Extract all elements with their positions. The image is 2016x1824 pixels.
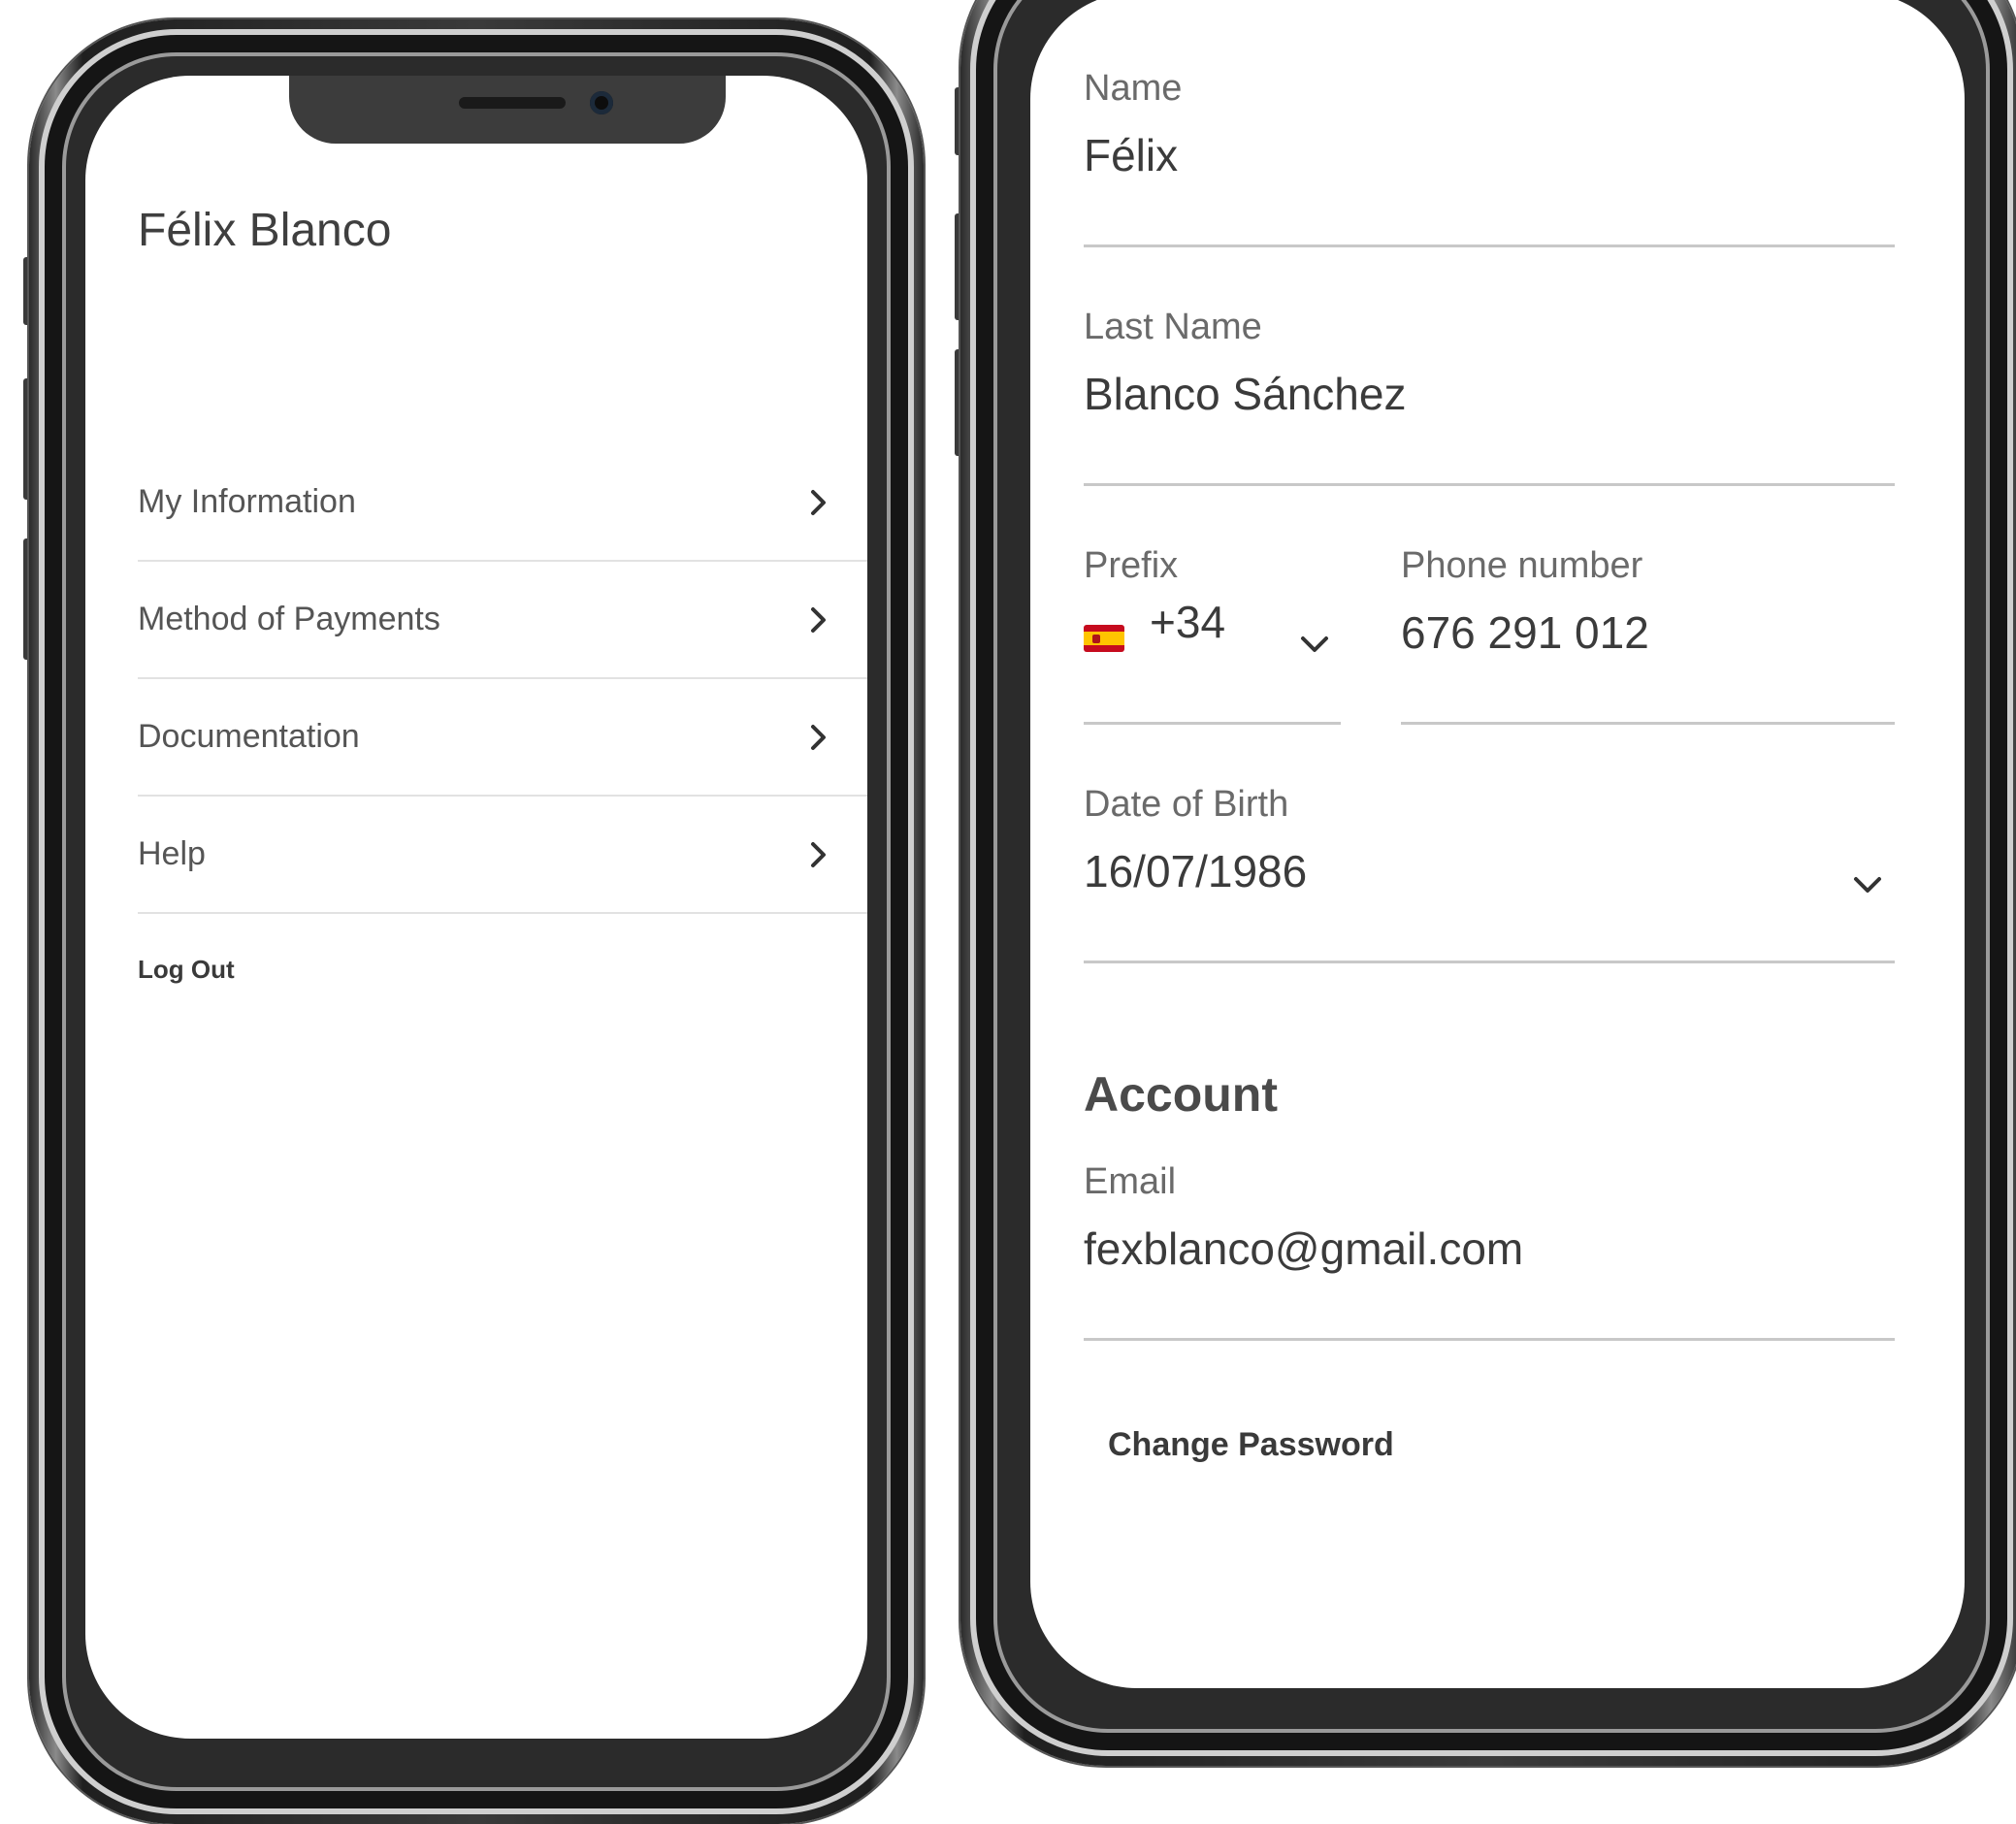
chevron-right-icon [811, 841, 826, 867]
phone-frame-left: Félix Blanco My Information Method of Pa… [23, 19, 924, 1824]
menu-item-method-of-payments[interactable]: Method of Payments [138, 562, 867, 679]
prefix-label: Prefix [1084, 545, 1179, 586]
email-underline [1084, 1338, 1895, 1341]
last-name-label: Last Name [1084, 307, 1262, 347]
phone-frame-right: Name Félix Last Name Blanco Sánchez Pref… [955, 0, 2016, 1766]
prefix-value: +34 [1150, 597, 1226, 647]
prefix-select[interactable]: Prefix +34 [1084, 545, 1341, 720]
phone-notch [289, 76, 726, 144]
chevron-down-icon [1854, 877, 1881, 893]
phone-number-underline [1401, 722, 1895, 725]
phone-number-field[interactable]: Phone number 676 291 012 [1401, 545, 1649, 659]
front-camera-icon [590, 91, 613, 114]
phone-number-label: Phone number [1401, 545, 1643, 586]
name-field[interactable]: Name Félix [1084, 68, 1182, 181]
date-of-birth-value: 16/07/1986 [1084, 846, 1308, 896]
name-underline [1084, 244, 1895, 247]
menu-item-label: Help [138, 835, 206, 872]
email-field[interactable]: Email fexblanco@gmail.com [1084, 1161, 1523, 1275]
menu-item-label: My Information [138, 483, 356, 520]
menu-item-label: Documentation [138, 718, 360, 755]
change-password-button[interactable]: Change Password [1108, 1426, 1394, 1464]
date-of-birth-select[interactable]: Date of Birth 16/07/1986 [1084, 784, 1895, 959]
last-name-field[interactable]: Last Name Blanco Sánchez [1084, 307, 1406, 420]
chevron-down-icon [1301, 636, 1328, 652]
menu-item-documentation[interactable]: Documentation [138, 679, 867, 797]
phone-number-value[interactable]: 676 291 012 [1401, 606, 1649, 659]
name-label: Name [1084, 68, 1183, 109]
speaker-grille [459, 97, 566, 109]
date-of-birth-underline [1084, 961, 1895, 963]
chevron-right-icon [811, 724, 826, 750]
email-label: Email [1084, 1161, 1177, 1202]
name-value[interactable]: Félix [1084, 129, 1182, 181]
menu-item-help[interactable]: Help [138, 797, 867, 914]
logout-button[interactable]: Log Out [138, 955, 235, 985]
menu-item-label: Method of Payments [138, 601, 440, 637]
date-of-birth-label: Date of Birth [1084, 784, 1289, 825]
spain-flag-icon [1084, 625, 1124, 652]
chevron-right-icon [811, 489, 826, 515]
chevron-right-icon [811, 606, 826, 633]
profile-menu: My Information Method of Payments Docume… [138, 444, 867, 914]
email-value[interactable]: fexblanco@gmail.com [1084, 1222, 1523, 1275]
profile-name: Félix Blanco [138, 205, 392, 256]
menu-item-my-information[interactable]: My Information [138, 444, 867, 562]
my-information-screen: Name Félix Last Name Blanco Sánchez Pref… [1030, 0, 1965, 1688]
personal-info-form: Name Félix Last Name Blanco Sánchez Pref… [1030, 0, 1965, 1688]
account-section-title: Account [1084, 1067, 1278, 1122]
last-name-underline [1084, 483, 1895, 486]
prefix-underline [1084, 722, 1341, 725]
last-name-value[interactable]: Blanco Sánchez [1084, 368, 1406, 420]
profile-menu-screen: Félix Blanco My Information Method of Pa… [85, 76, 867, 1739]
